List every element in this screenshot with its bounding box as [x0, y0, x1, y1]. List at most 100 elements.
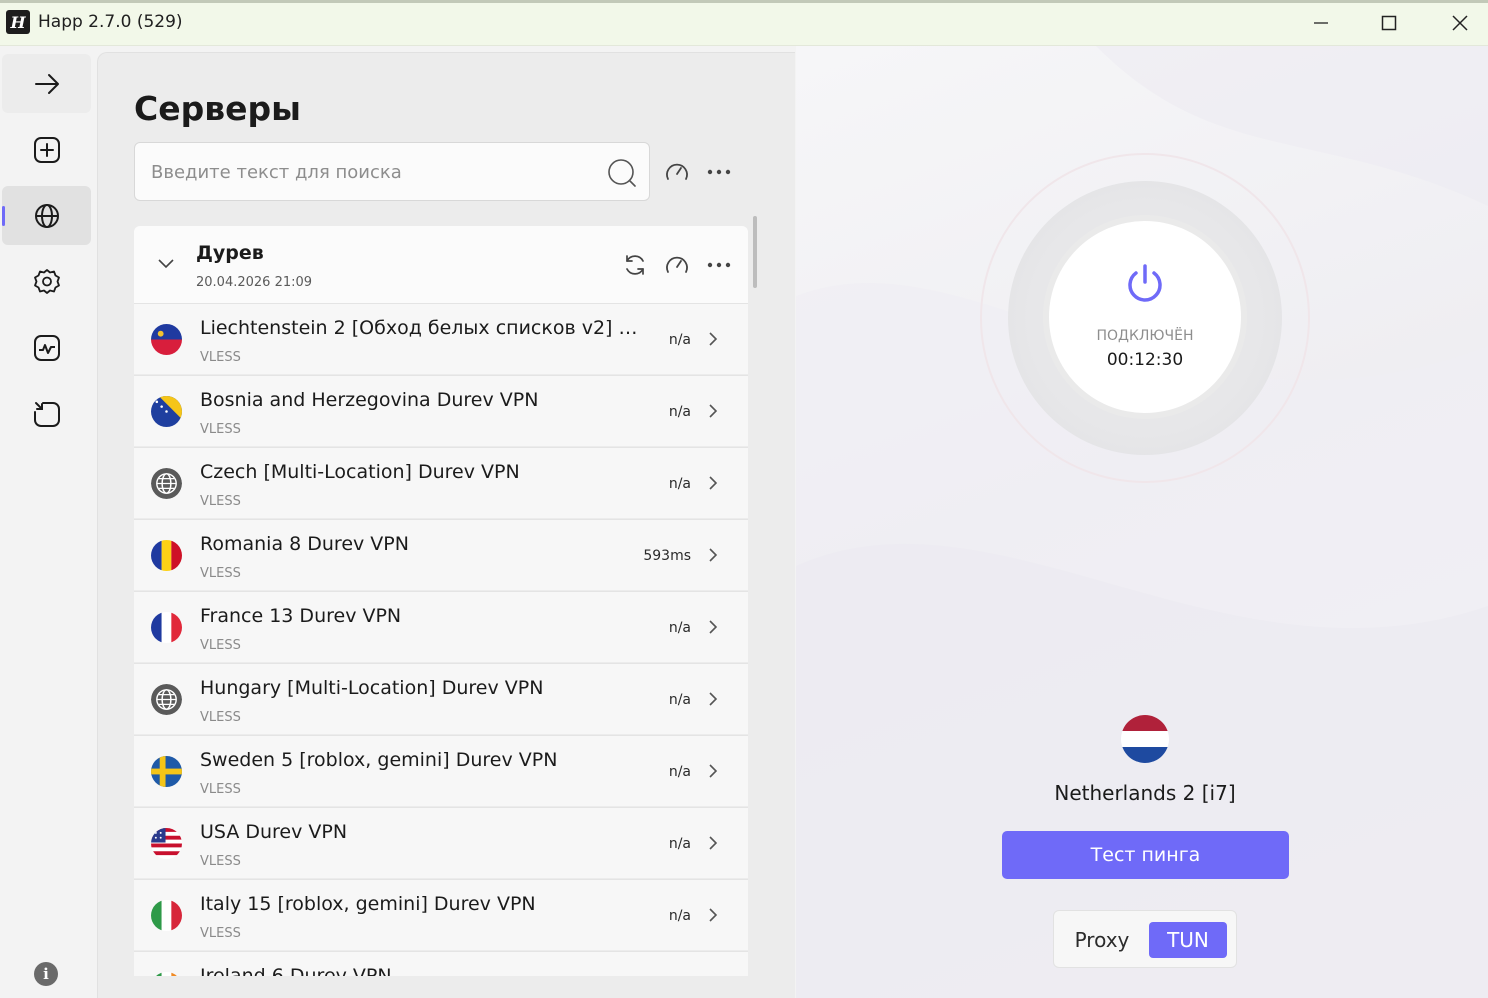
server-row[interactable]: Liechtenstein 2 [Обход белых списков v2]…: [134, 303, 748, 374]
sidebar-item-import[interactable]: [2, 384, 91, 443]
sidebar-item-servers[interactable]: [2, 186, 91, 245]
server-ping: n/a: [668, 836, 691, 852]
page-title: Серверы: [134, 89, 301, 128]
server-name: Czech [Multi-Location] Durev VPN: [200, 461, 520, 483]
server-row[interactable]: Czech [Multi-Location] Durev VPN VLESS n…: [134, 447, 748, 518]
server-ping: n/a: [668, 692, 691, 708]
server-ping: n/a: [668, 404, 691, 420]
flag-usa-icon: [151, 828, 182, 859]
ping-all-button[interactable]: [662, 157, 692, 187]
sidebar-item-add[interactable]: [2, 120, 91, 179]
search-icon[interactable]: [607, 158, 637, 188]
server-protocol: VLESS: [200, 422, 241, 437]
server-row[interactable]: USA Durev VPN VLESS n/a: [134, 807, 748, 878]
server-name: Sweden 5 [roblox, gemini] Durev VPN: [200, 749, 558, 771]
server-row[interactable]: Bosnia and Herzegovina Durev VPN VLESS n…: [134, 375, 748, 446]
server-ping: n/a: [668, 908, 691, 924]
title-bar: H Happ 2.7.0 (529): [0, 0, 1488, 46]
speedometer-icon[interactable]: [664, 252, 690, 278]
server-name: USA Durev VPN: [200, 821, 348, 843]
list-scrollbar[interactable]: [753, 216, 757, 288]
sidebar-item-stats[interactable]: [2, 318, 91, 377]
server-name: Liechtenstein 2 [Обход белых списков v2]…: [200, 317, 652, 339]
server-name: Ireland 6 Durev VPN: [200, 965, 392, 976]
server-name: Romania 8 Durev VPN: [200, 533, 409, 555]
power-icon: [1128, 264, 1162, 302]
arrow-right-icon: [34, 73, 59, 94]
selected-server-name: Netherlands 2 [i7]: [1054, 781, 1236, 805]
search-box: [134, 142, 650, 201]
add-square-icon: [33, 136, 60, 163]
server-row[interactable]: Italy 15 [roblox, gemini] Durev VPN VLES…: [134, 879, 748, 950]
server-protocol: VLESS: [200, 350, 241, 365]
search-input[interactable]: [151, 159, 591, 185]
server-list: Дурев 20.04.2026 21:09 Liechtenstein 2 […: [134, 226, 748, 976]
gear-icon: [33, 268, 60, 294]
mode-proxy-option[interactable]: Proxy: [1068, 922, 1136, 958]
server-name: Hungary [Multi-Location] Durev VPN: [200, 677, 544, 699]
maximize-button[interactable]: [1354, 0, 1424, 46]
flag-ireland-icon: [151, 972, 182, 976]
group-name: Дурев: [196, 242, 264, 264]
refresh-icon[interactable]: [622, 252, 648, 278]
server-name: Italy 15 [roblox, gemini] Durev VPN: [200, 893, 536, 915]
close-button[interactable]: [1425, 0, 1488, 46]
connect-toggle[interactable]: [1049, 221, 1241, 413]
server-protocol: VLESS: [200, 926, 241, 941]
minimize-button[interactable]: [1286, 0, 1356, 46]
connection-timer: 00:12:30: [1106, 350, 1184, 370]
sidebar-item-settings[interactable]: [2, 252, 91, 311]
server-ping: n/a: [668, 764, 691, 780]
sidebar-item-collapse[interactable]: [2, 54, 91, 113]
server-name: Bosnia and Herzegovina Durev VPN: [200, 389, 539, 411]
mode-tun-option[interactable]: TUN: [1149, 922, 1227, 958]
connection-panel: ПОДКЛЮЧЁН 00:12:30 Netherlands 2 [i7] Те…: [796, 46, 1488, 998]
chevron-right-icon[interactable]: [708, 331, 718, 347]
more-dots-icon[interactable]: [707, 262, 731, 268]
server-protocol: VLESS: [200, 710, 241, 725]
globe-icon: [34, 203, 59, 228]
server-name: France 13 Durev VPN: [200, 605, 402, 627]
flag-sweden-icon: [151, 756, 182, 787]
globe-flag-icon: [151, 684, 182, 715]
server-row[interactable]: Sweden 5 [roblox, gemini] Durev VPN VLES…: [134, 735, 748, 806]
server-protocol: VLESS: [200, 494, 241, 509]
speedometer-icon: [666, 163, 688, 180]
flag-liechtenstein-icon: [151, 324, 182, 355]
server-protocol: VLESS: [200, 854, 241, 869]
chevron-down-icon[interactable]: [158, 259, 174, 269]
server-protocol: VLESS: [200, 638, 241, 653]
globe-flag-icon: [151, 468, 182, 499]
app-logo-icon: H: [6, 10, 30, 34]
server-row[interactable]: Ireland 6 Durev VPN: [134, 951, 748, 976]
server-row[interactable]: France 13 Durev VPN VLESS n/a: [134, 591, 748, 662]
window-title: Happ 2.7.0 (529): [38, 12, 183, 32]
group-header[interactable]: Дурев 20.04.2026 21:09: [134, 226, 748, 303]
flag-bosnia-icon: [151, 396, 182, 427]
server-protocol: VLESS: [200, 782, 241, 797]
chevron-right-icon[interactable]: [708, 619, 718, 635]
chevron-right-icon[interactable]: [708, 475, 718, 491]
sidebar: [0, 46, 96, 998]
info-icon[interactable]: i: [34, 962, 58, 986]
flag-netherlands-icon: [1121, 715, 1169, 763]
chevron-right-icon[interactable]: [708, 835, 718, 851]
server-ping: n/a: [668, 620, 691, 636]
chevron-right-icon[interactable]: [708, 403, 718, 419]
server-row[interactable]: Romania 8 Durev VPN VLESS 593ms: [134, 519, 748, 590]
flag-romania-icon: [151, 540, 182, 571]
activity-chart-icon: [33, 334, 60, 361]
minimize-icon: [1314, 22, 1328, 24]
chevron-right-icon[interactable]: [708, 907, 718, 923]
power-button[interactable]: [1119, 258, 1171, 310]
server-row[interactable]: Hungary [Multi-Location] Durev VPN VLESS…: [134, 663, 748, 734]
more-options-button[interactable]: [704, 157, 734, 187]
chevron-right-icon[interactable]: [708, 763, 718, 779]
ping-test-button[interactable]: Тест пинга: [1002, 831, 1289, 879]
maximize-icon: [1381, 15, 1397, 31]
flag-france-icon: [151, 612, 182, 643]
chevron-right-icon[interactable]: [708, 691, 718, 707]
server-ping: n/a: [668, 332, 691, 348]
server-protocol: VLESS: [200, 566, 241, 581]
chevron-right-icon[interactable]: [708, 547, 718, 563]
